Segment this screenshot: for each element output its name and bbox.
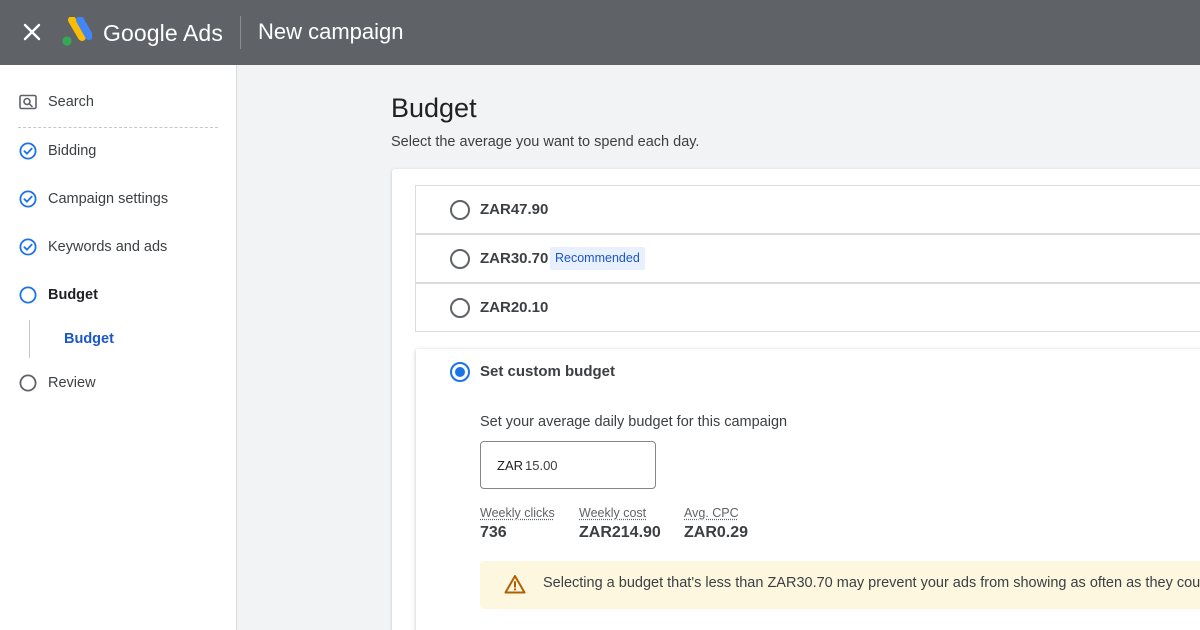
sidebar-item-search[interactable]: Search (0, 86, 236, 118)
radio-button[interactable] (450, 249, 470, 269)
warning-icon (504, 575, 526, 594)
budget-option-label: ZAR20.10 (480, 299, 549, 316)
custom-budget-radio[interactable] (450, 362, 470, 382)
radio-button[interactable] (450, 298, 470, 318)
currency-prefix: ZAR (497, 457, 523, 473)
sidebar: Search Bidding Campaign settings Keyword… (0, 65, 237, 630)
daily-budget-input[interactable]: ZAR 15.00 (480, 441, 656, 489)
sidebar-item-label: Search (48, 94, 94, 110)
metric-label[interactable]: Weekly cost (579, 505, 661, 521)
sidebar-item-bidding[interactable]: Bidding (0, 135, 236, 167)
page-header-title: New campaign (258, 19, 404, 44)
metric-value: 736 (480, 524, 507, 541)
radio-button[interactable] (450, 200, 470, 220)
page-title: Budget (391, 93, 477, 123)
sidebar-subitem-label: Budget (64, 331, 114, 347)
custom-budget-label: Set custom budget (480, 363, 616, 380)
metric-avg-cpc: Avg. CPC ZAR0.29 (684, 505, 748, 543)
header-divider (240, 16, 241, 49)
metric-weekly-cost: Weekly cost ZAR214.90 (579, 505, 661, 543)
metric-label[interactable]: Avg. CPC (684, 505, 748, 521)
sidebar-subitem-budget[interactable]: Budget (0, 323, 236, 355)
metric-label[interactable]: Weekly clicks (480, 505, 555, 521)
sidebar-item-campaign-settings[interactable]: Campaign settings (0, 183, 236, 215)
sidebar-item-label: Bidding (48, 143, 97, 159)
check-circle-icon (19, 238, 37, 256)
sidebar-item-label: Budget (48, 287, 98, 303)
budget-input-label: Set your average daily budget for this c… (480, 414, 788, 430)
page-subtitle: Select the average you want to spend eac… (391, 134, 700, 150)
metric-value: ZAR214.90 (579, 524, 661, 541)
circle-icon (19, 374, 37, 392)
google-ads-logo-icon (62, 17, 92, 46)
metric-value: ZAR0.29 (684, 524, 749, 541)
sidebar-item-label: Keywords and ads (48, 239, 168, 255)
close-icon (23, 23, 41, 41)
search-icon (19, 93, 37, 111)
warning-text: Selecting a budget that's less than ZAR3… (543, 575, 1200, 591)
metric-weekly-clicks: Weekly clicks 736 (480, 505, 555, 543)
sidebar-item-label: Review (48, 375, 96, 391)
sidebar-item-label: Campaign settings (48, 191, 169, 207)
check-circle-icon (19, 142, 37, 160)
budget-option-label: ZAR30.70 (480, 250, 549, 267)
sidebar-divider (18, 127, 218, 128)
sidebar-item-budget[interactable]: Budget (0, 279, 236, 311)
brand-name: Google Ads (103, 20, 223, 46)
close-button[interactable] (18, 18, 46, 46)
sidebar-item-review[interactable]: Review (0, 367, 236, 399)
budget-option-label: ZAR47.90 (480, 201, 549, 218)
top-header: Google Ads New campaign (0, 0, 1200, 65)
sidebar-item-keywords-and-ads[interactable]: Keywords and ads (0, 231, 236, 263)
circle-icon (19, 286, 37, 304)
recommended-badge: Recommended (550, 247, 645, 270)
budget-value: 15.00 (525, 457, 558, 473)
check-circle-icon (19, 190, 37, 208)
